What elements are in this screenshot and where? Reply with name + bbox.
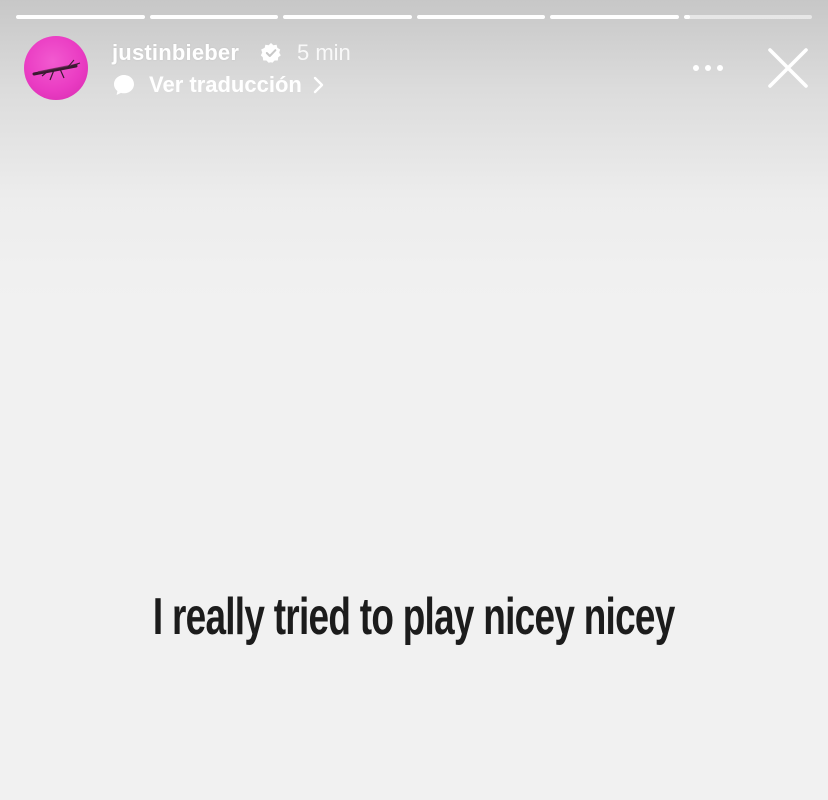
story-progress-segment [16, 15, 145, 19]
avatar-insect-image [32, 59, 81, 81]
story-progress-fill [550, 15, 679, 19]
story-progress-segment [416, 15, 545, 19]
more-options-icon[interactable] [688, 56, 728, 80]
see-translation-button[interactable]: Ver traducción [112, 70, 326, 100]
chevron-right-icon [313, 76, 324, 94]
story-progress-fill [683, 15, 690, 19]
story-progress-bar [16, 15, 812, 19]
avatar[interactable] [24, 36, 88, 100]
story-progress-fill [283, 15, 412, 19]
username[interactable]: justinbieber [112, 38, 239, 68]
story-progress-segment [683, 15, 812, 19]
story-progress-fill [16, 15, 145, 19]
story-viewer[interactable]: justinbieber 5 min Ver traducción I real… [0, 0, 828, 800]
story-progress-fill [416, 15, 545, 19]
story-progress-segment [550, 15, 679, 19]
see-translation-label: Ver traducción [149, 72, 302, 97]
story-progress-fill [149, 15, 278, 19]
close-icon[interactable] [764, 44, 812, 92]
speech-bubble-icon [114, 75, 134, 95]
story-progress-segment [283, 15, 412, 19]
post-time: 5 min [297, 40, 351, 65]
story-progress-segment [149, 15, 278, 19]
story-caption: I really tried to play nicey nicey [152, 588, 675, 646]
verified-badge-icon [260, 43, 281, 63]
